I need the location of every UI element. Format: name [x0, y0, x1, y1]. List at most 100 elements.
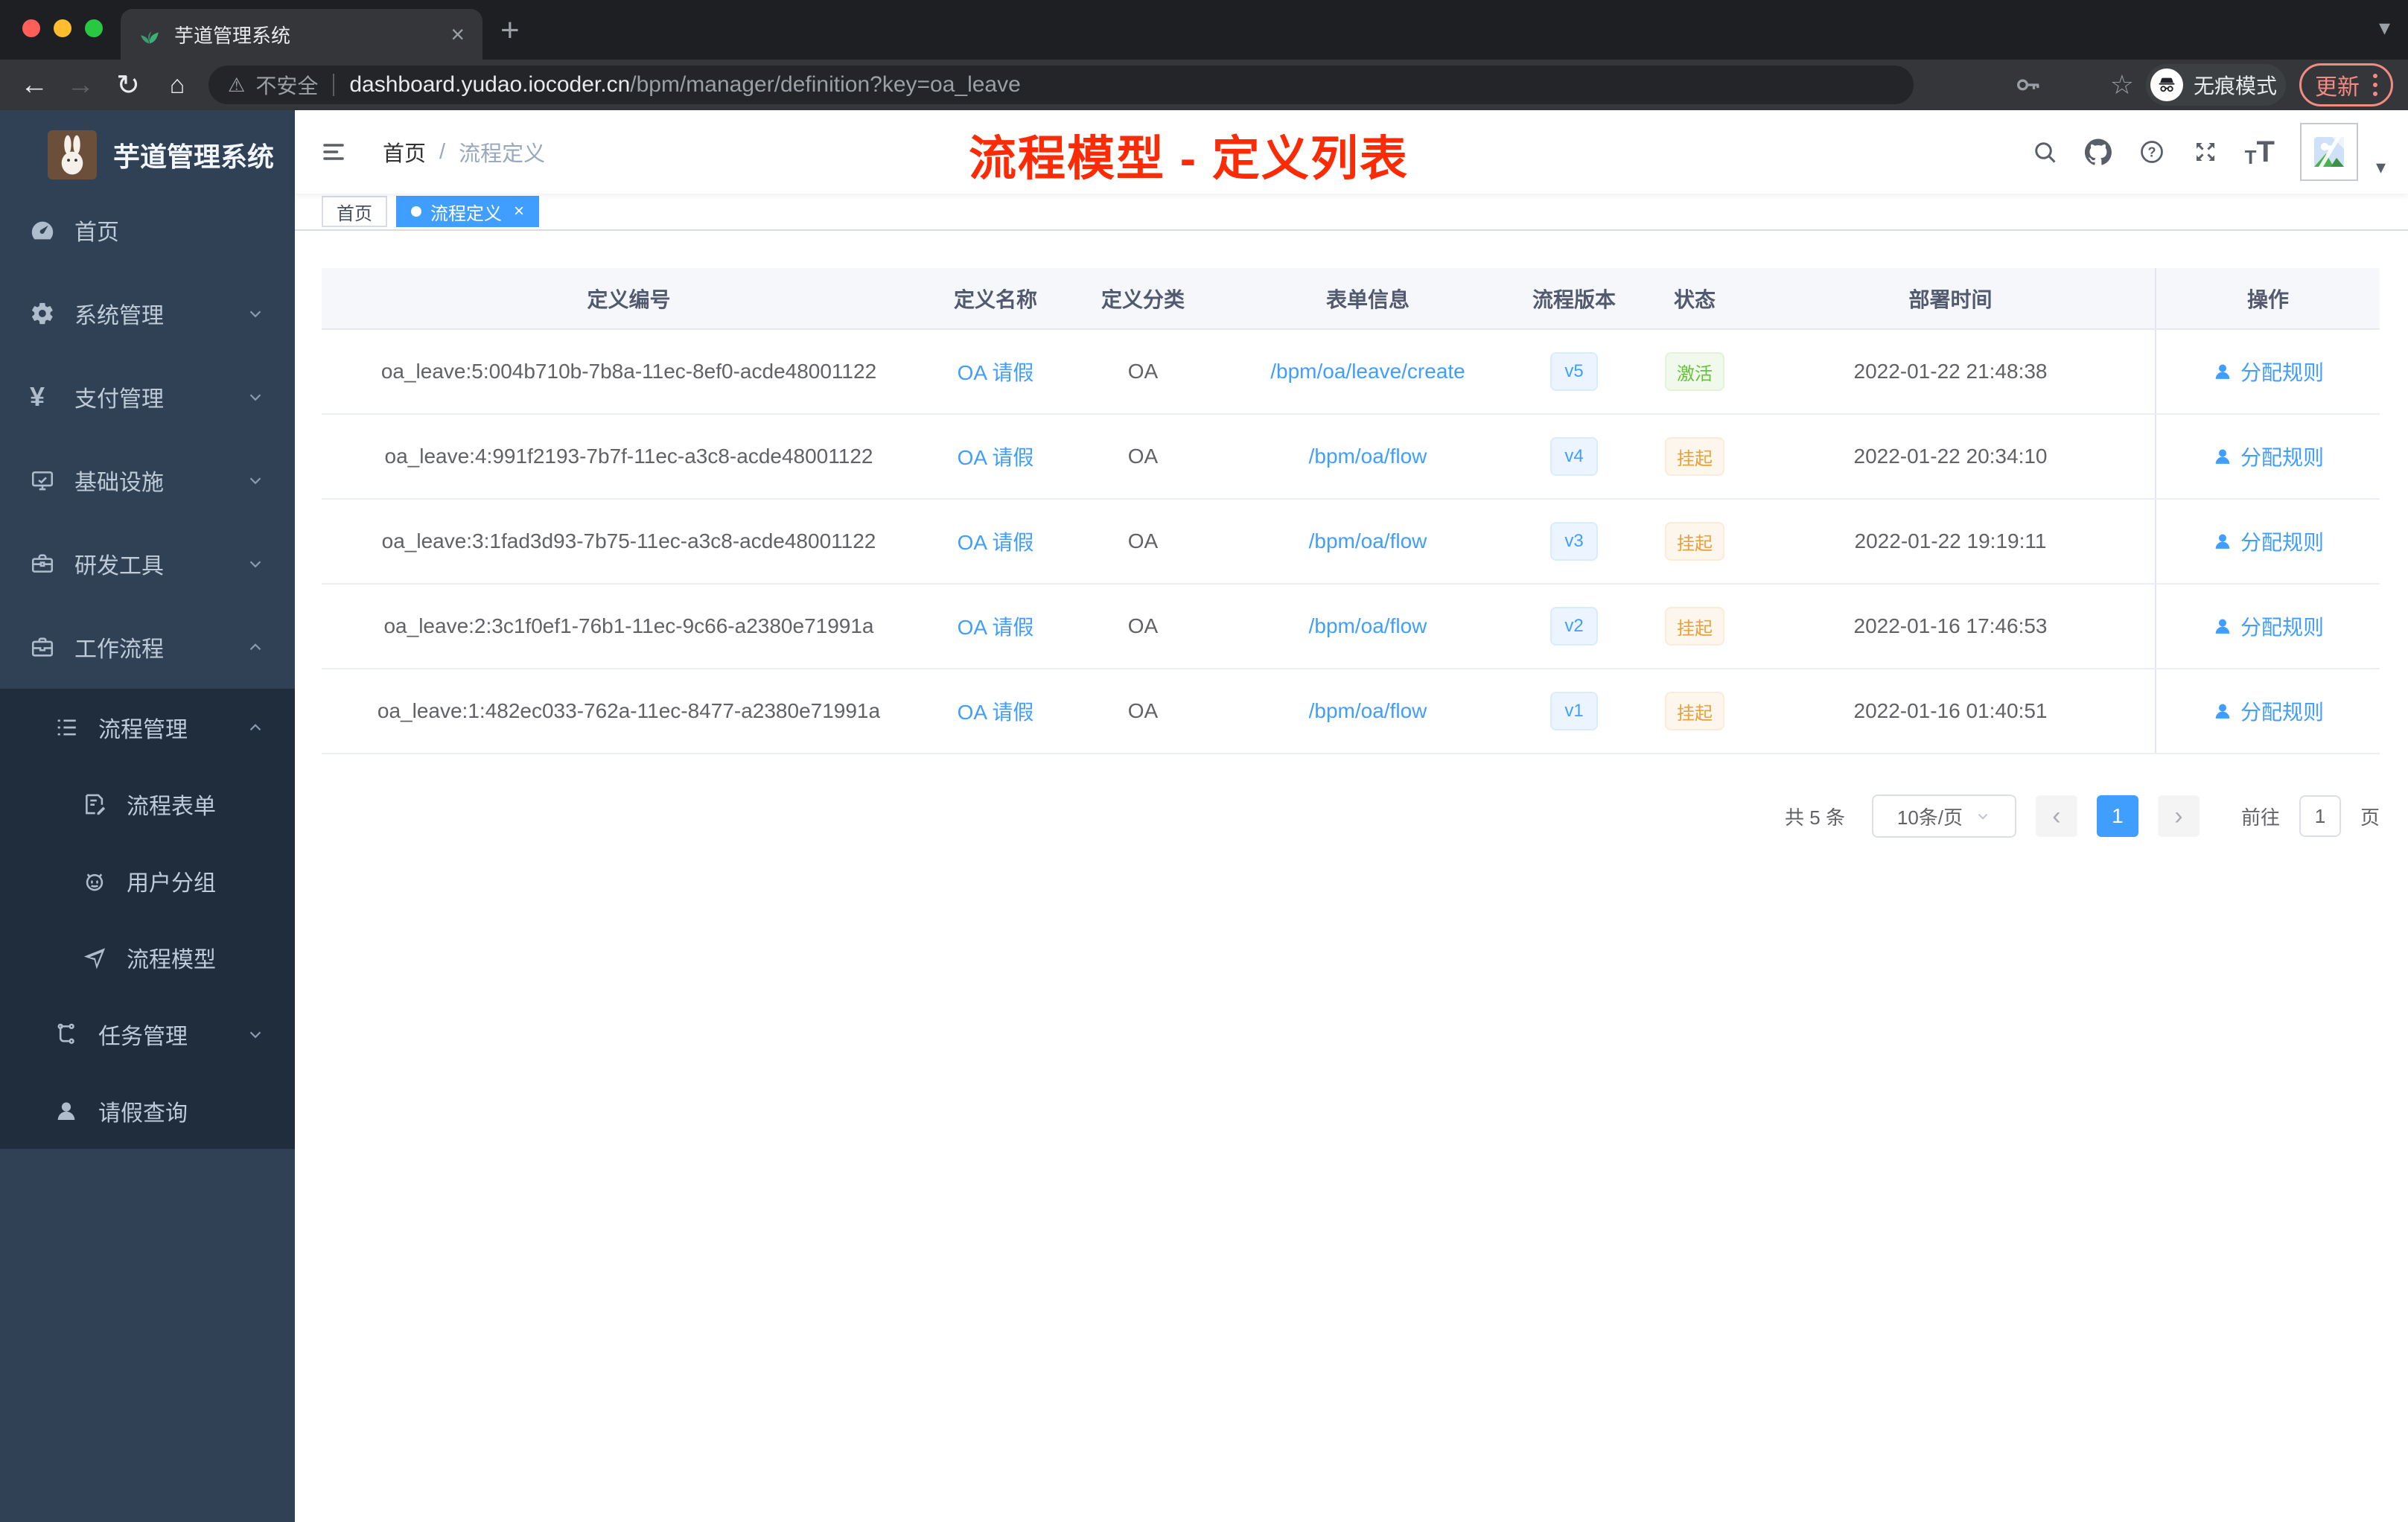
form-link[interactable]: /bpm/oa/flow — [1309, 445, 1427, 468]
gauge-icon — [30, 217, 63, 243]
page-content: 定义编号 定义名称 定义分类 表单信息 流程版本 状态 部署时间 操作 oa_l… — [295, 231, 2408, 838]
next-page-button[interactable]: › — [2157, 795, 2200, 837]
definition-name-link[interactable]: OA 请假 — [958, 361, 1034, 384]
minimize-window-button[interactable] — [54, 19, 71, 37]
app-title: 芋道管理系统 — [113, 141, 275, 172]
sidebar-item-dev-tools[interactable]: 研发工具 — [0, 522, 295, 605]
breadcrumb: 首页 / 流程定义 — [383, 110, 545, 194]
tag-close-icon[interactable]: × — [514, 201, 524, 222]
form-icon — [82, 792, 115, 817]
zoom-window-button[interactable] — [85, 19, 103, 37]
incognito-badge: 无痕模式 — [2146, 64, 2286, 106]
password-key-icon[interactable] — [2013, 70, 2043, 100]
chevron-down-icon — [246, 471, 265, 490]
status-badge: 挂起 — [1665, 692, 1724, 730]
tag-home[interactable]: 首页 — [322, 196, 387, 227]
github-icon[interactable] — [2084, 138, 2112, 166]
goto-page-input[interactable]: 1 — [2299, 795, 2341, 837]
deploy-time: 2022-01-16 17:46:53 — [1853, 614, 2048, 637]
bookmark-star-icon[interactable]: ☆ — [2110, 60, 2134, 110]
prev-page-button[interactable]: ‹ — [2035, 795, 2077, 837]
sidebar-menu: 首页 系统管理 ¥ 支付管理 基础设施 研发工具 工作流程 流程管理 流程表单 … — [0, 188, 295, 1149]
browser-tab-strip: 芋道管理系统 × + ▾ — [0, 0, 2408, 60]
breadcrumb-separator: / — [439, 139, 446, 164]
user-icon — [54, 1098, 86, 1124]
sidebar-item-process-form[interactable]: 流程表单 — [0, 765, 295, 842]
definition-category: OA — [1127, 445, 1159, 468]
definition-name-link[interactable]: OA 请假 — [958, 701, 1034, 724]
help-icon[interactable]: ? — [2138, 138, 2166, 166]
tab-search-caret-icon[interactable]: ▾ — [2379, 15, 2390, 41]
definition-category: OA — [1127, 699, 1159, 722]
form-link[interactable]: /bpm/oa/flow — [1309, 529, 1427, 553]
not-secure-label: 不安全 — [255, 74, 319, 98]
form-link[interactable]: /bpm/oa/flow — [1309, 699, 1427, 722]
avatar-caret-icon[interactable]: ▾ — [2376, 156, 2386, 179]
browser-tab[interactable]: 芋道管理系统 × — [121, 9, 482, 60]
form-link[interactable]: /bpm/oa/leave/create — [1270, 360, 1465, 383]
active-dot — [411, 206, 421, 217]
browser-menu-icon[interactable] — [2373, 74, 2377, 96]
sidebar-item-workflow[interactable]: 工作流程 — [0, 605, 295, 689]
tree-icon — [54, 1022, 86, 1047]
gear-icon — [30, 301, 63, 326]
tab-title: 芋道管理系统 — [174, 24, 291, 47]
chevron-down-icon — [246, 554, 265, 573]
app-logo-row[interactable]: 芋道管理系统 — [0, 110, 295, 200]
assign-rule-button[interactable]: 分配规则 — [2212, 696, 2324, 726]
fullscreen-icon[interactable] — [2191, 138, 2220, 166]
avatar[interactable] — [2299, 123, 2358, 181]
sidebar-item-user-group[interactable]: 用户分组 — [0, 842, 295, 919]
form-link[interactable]: /bpm/oa/flow — [1309, 614, 1427, 637]
table-row: oa_leave:3:1fad3d93-7b75-11ec-a3c8-acde4… — [322, 499, 2380, 585]
col-status: 状态 — [1643, 268, 1746, 330]
status-badge: 挂起 — [1665, 522, 1724, 561]
definition-id: oa_leave:4:991f2193-7b7f-11ec-a3c8-acde4… — [384, 445, 873, 468]
sidebar-item-process-model[interactable]: 流程模型 — [0, 919, 295, 996]
tab-close-icon[interactable]: × — [450, 22, 465, 46]
hamburger-icon[interactable] — [320, 138, 347, 165]
version-badge: v3 — [1550, 522, 1598, 561]
page-1-button[interactable]: 1 — [2096, 795, 2138, 837]
svg-text:?: ? — [2147, 144, 2156, 159]
assign-rule-button[interactable]: 分配规则 — [2212, 357, 2324, 386]
sidebar-item-infrastructure[interactable]: 基础设施 — [0, 439, 295, 522]
assign-rule-button[interactable]: 分配规则 — [2212, 526, 2324, 556]
definition-name-link[interactable]: OA 请假 — [958, 616, 1034, 639]
assign-rule-button[interactable]: 分配规则 — [2212, 611, 2324, 641]
sidebar-item-home[interactable]: 首页 — [0, 188, 295, 272]
sidebar-item-leave-query[interactable]: 请假查询 — [0, 1072, 295, 1149]
address-bar[interactable]: ⚠ 不安全 dashboard.yudao.iocoder.cn/bpm/man… — [208, 66, 1914, 104]
robot-icon — [82, 868, 115, 894]
chevron-down-icon — [246, 387, 265, 407]
person-icon — [2215, 364, 2230, 379]
person-icon — [2215, 619, 2230, 634]
briefcase-icon — [30, 634, 63, 660]
chrome-update-button[interactable]: 更新 — [2299, 63, 2393, 106]
search-icon[interactable] — [2030, 138, 2059, 166]
tag-process-definition[interactable]: 流程定义 × — [396, 196, 540, 227]
page-url[interactable]: dashboard.yudao.iocoder.cn/bpm/manager/d… — [349, 72, 1020, 98]
sidebar-item-payment[interactable]: ¥ 支付管理 — [0, 355, 295, 439]
reload-icon[interactable]: ↻ — [112, 60, 144, 110]
back-icon[interactable]: ← — [18, 60, 51, 110]
definition-name-link[interactable]: OA 请假 — [958, 531, 1034, 554]
status-badge: 激活 — [1665, 352, 1724, 391]
home-icon[interactable]: ⌂ — [161, 60, 194, 110]
app-logo-rabbit-image — [48, 130, 97, 179]
new-tab-button[interactable]: + — [500, 12, 520, 49]
col-definition-category: 定义分类 — [1055, 268, 1231, 330]
col-form-info: 表单信息 — [1231, 268, 1505, 330]
breadcrumb-home[interactable]: 首页 — [383, 136, 426, 168]
close-window-button[interactable] — [22, 19, 40, 37]
assign-rule-button[interactable]: 分配规则 — [2212, 442, 2324, 471]
sidebar-item-system[interactable]: 系统管理 — [0, 272, 295, 355]
chevron-down-icon — [246, 1025, 265, 1044]
font-size-icon[interactable]: TT — [2245, 136, 2275, 169]
definition-name-link[interactable]: OA 请假 — [958, 446, 1034, 469]
col-actions: 操作 — [2155, 268, 2380, 330]
page-size-select[interactable]: 10条/页 — [1871, 795, 2016, 838]
sidebar-item-task-management[interactable]: 任务管理 — [0, 996, 295, 1072]
forward-icon[interactable]: → — [64, 60, 97, 110]
sidebar-item-process-management[interactable]: 流程管理 — [0, 689, 295, 765]
